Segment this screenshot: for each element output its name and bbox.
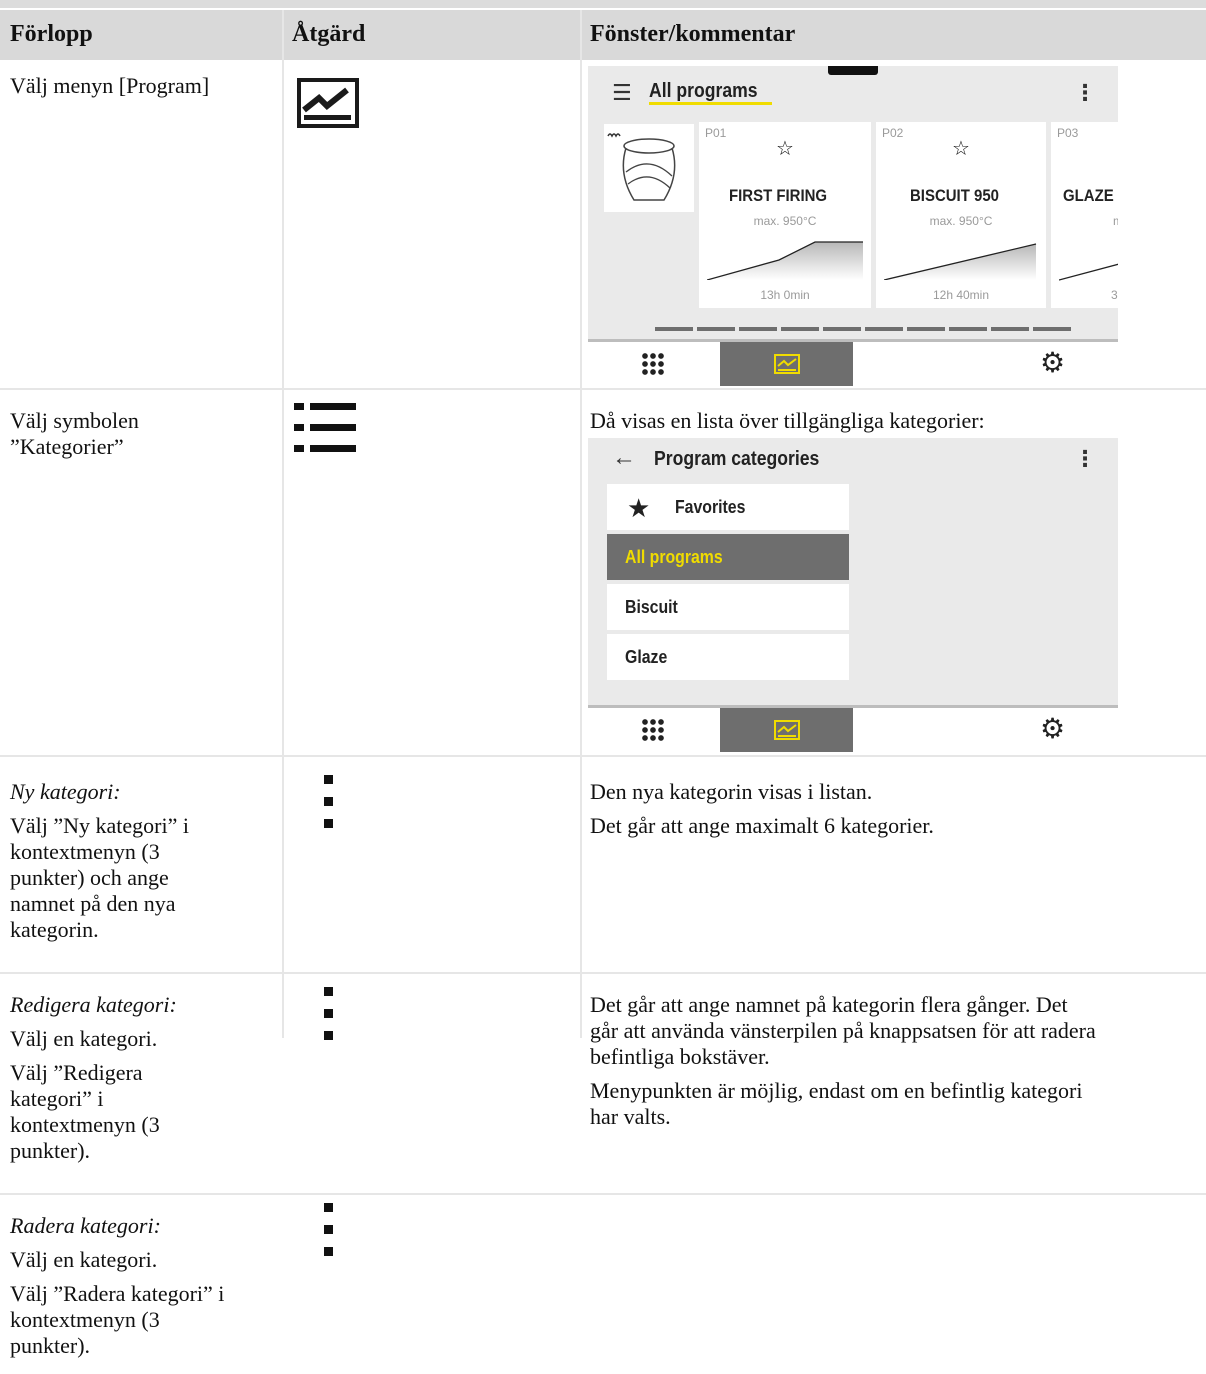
program-chart-icon	[297, 78, 359, 128]
grid-dots-icon	[641, 718, 665, 742]
row-divider	[0, 972, 1206, 974]
row3-title: Ny kategori:	[10, 779, 121, 804]
row4-title: Redigera kategori:	[10, 992, 177, 1017]
screen-title: Program categories	[654, 448, 820, 470]
header-fonster: Fönster/kommentar	[590, 21, 796, 47]
row4-step: Redigera kategori: Välj en kategori. Väl…	[10, 992, 177, 1163]
star-filled-icon: ★	[627, 493, 651, 523]
row5-title: Radera kategori:	[10, 1213, 161, 1238]
nav-programs[interactable]	[720, 708, 853, 752]
nav-grid[interactable]	[588, 708, 720, 752]
category-glaze[interactable]: Glaze	[607, 634, 849, 680]
nav-programs[interactable]	[720, 342, 853, 386]
kiln-vessel-icon	[607, 133, 676, 201]
row2-step: Välj symbolen ”Kategorier”	[10, 408, 139, 459]
nav-settings[interactable]: ⚙	[853, 342, 1118, 386]
star-outline-icon[interactable]: ☆	[876, 136, 1046, 161]
header-atgard: Åtgärd	[292, 21, 366, 47]
program-card-p02[interactable]: P02 ☆ BISCUIT 950 max. 950°C 12h 40min	[876, 122, 1046, 308]
bottom-nav-bar: ⚙	[588, 339, 1118, 386]
back-arrow-icon[interactable]: ←	[612, 444, 636, 472]
program-duration: 13h 0min	[760, 288, 810, 302]
more-options-icon[interactable]: ⋮	[1074, 446, 1096, 472]
screen-program-categories: ← Program categories ⋮ ★ Favorites All p…	[588, 438, 1118, 752]
column-divider	[282, 10, 284, 1038]
categories-list-icon	[294, 403, 356, 452]
row4-comment: Det går att ange namnet på kategorin fle…	[590, 992, 1096, 1129]
row1-step: Välj menyn [Program]	[10, 73, 210, 98]
gear-icon: ⚙	[1040, 713, 1066, 744]
category-all-programs[interactable]: All programs	[607, 534, 849, 580]
table-top-rule	[0, 0, 1206, 8]
column-divider	[580, 10, 582, 1038]
program-card-p03[interactable]: P03 GLAZE m 3	[1051, 122, 1118, 308]
program-chart-icon	[774, 354, 800, 374]
program-max-temp: max. 950°C	[753, 214, 817, 228]
page-indicator	[655, 327, 1075, 331]
program-card-p01[interactable]: P01 ☆ FIRST FIRING max. 950°C 13h 0min	[699, 122, 871, 308]
screen-all-programs: ☰ All programs ⋮ P01 ☆ FIRST FIRING max.…	[588, 66, 1118, 386]
program-duration: 12h 40min	[932, 288, 990, 302]
context-menu-dots-icon	[324, 1203, 333, 1256]
category-biscuit[interactable]: Biscuit	[607, 584, 849, 630]
star-outline-icon[interactable]: ☆	[699, 136, 871, 161]
screen-notch	[828, 66, 878, 75]
program-name: GLAZE	[1063, 186, 1114, 205]
nav-settings[interactable]: ⚙	[853, 708, 1118, 752]
program-number: P03	[1057, 126, 1079, 140]
program-duration: 3	[1111, 288, 1118, 302]
gear-icon: ⚙	[1040, 347, 1066, 378]
screen-title: All programs	[649, 80, 773, 105]
grid-dots-icon	[641, 352, 665, 376]
row2-comment: Då visas en lista över tillgängliga kate…	[590, 408, 985, 433]
row5-step: Radera kategori: Välj en kategori. Välj …	[10, 1213, 225, 1358]
program-name: FIRST FIRING	[729, 186, 828, 205]
program-max-temp: max. 950°C	[929, 214, 993, 228]
program-name: BISCUIT 950	[910, 186, 1000, 205]
header-forlopp: Förlopp	[10, 21, 93, 47]
context-menu-dots-icon	[324, 987, 333, 1040]
nav-grid[interactable]	[588, 342, 720, 386]
list-icon[interactable]: ☰	[612, 80, 632, 106]
row-divider	[0, 388, 1206, 390]
row-divider	[0, 1193, 1206, 1195]
program-chart-icon	[774, 720, 800, 740]
category-favorites[interactable]: ★ Favorites	[607, 484, 849, 530]
kiln-image-tile	[604, 124, 694, 212]
firing-curve	[884, 243, 1037, 280]
program-max-temp: m	[1113, 214, 1118, 228]
context-menu-dots-icon	[324, 775, 333, 828]
more-options-icon[interactable]: ⋮	[1074, 80, 1096, 106]
row3-step: Ny kategori: Välj ”Ny kategori” i kontex…	[10, 779, 189, 942]
row3-comment: Den nya kategorin visas i listan. Det gå…	[590, 779, 934, 838]
firing-curve	[1059, 263, 1118, 281]
row-divider	[0, 755, 1206, 757]
bottom-nav-bar: ⚙	[588, 705, 1118, 752]
firing-curve	[707, 241, 863, 280]
